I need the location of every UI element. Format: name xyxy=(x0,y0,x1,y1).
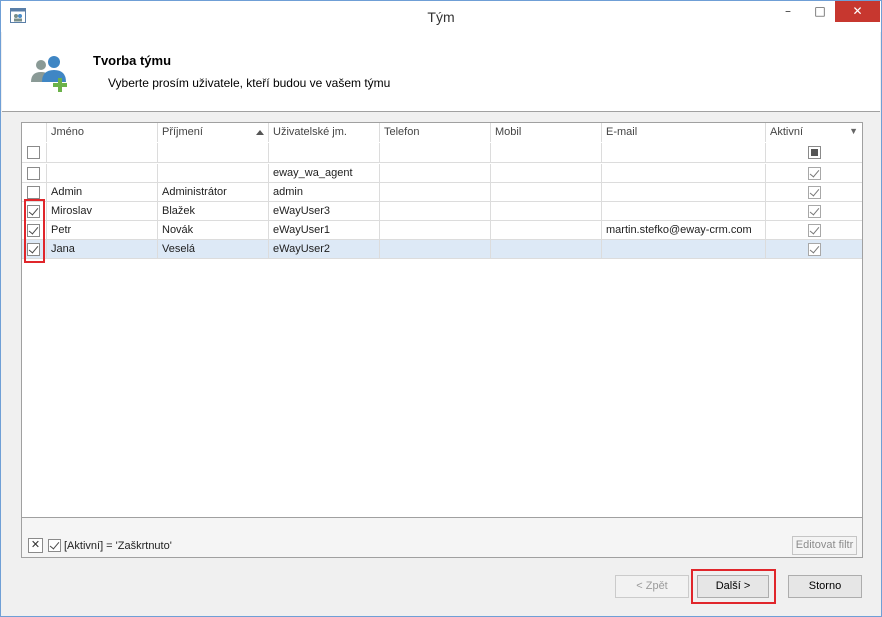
table-row[interactable]: Petr Novák eWayUser1 martin.stefko@eway-… xyxy=(22,221,862,240)
users-grid: Jméno Příjmení Uživatelské jm. Telefon M… xyxy=(21,122,863,558)
active-cell[interactable] xyxy=(766,240,862,259)
active-checkbox xyxy=(808,186,821,199)
column-header-active-label: Aktivní xyxy=(770,126,804,138)
active-cell[interactable] xyxy=(766,221,862,240)
column-header-first-name[interactable]: Jméno xyxy=(47,123,158,142)
last-name-cell[interactable] xyxy=(158,164,269,183)
last-name-cell[interactable]: Blažek xyxy=(158,202,269,221)
row-select-cell[interactable] xyxy=(22,164,47,183)
mobile-cell[interactable] xyxy=(491,240,602,259)
mobile-cell[interactable] xyxy=(491,183,602,202)
column-header-username[interactable]: Uživatelské jm. xyxy=(269,123,380,142)
column-header-active[interactable]: Aktivní ▼ xyxy=(766,123,862,142)
filter-expression[interactable]: [Aktivní] = 'Zaškrtnuto' xyxy=(64,540,172,552)
header-subtitle: Vyberte prosím uživatele, kteří budou ve… xyxy=(108,76,391,90)
filter-cell-email[interactable] xyxy=(602,143,766,163)
selection-highlight-box xyxy=(24,199,45,263)
wizard-header: Tvorba týmu Vyberte prosím uživatele, kt… xyxy=(2,32,880,112)
back-button[interactable]: < Zpět xyxy=(615,575,689,598)
first-name-cell[interactable]: Petr xyxy=(47,221,158,240)
email-cell[interactable] xyxy=(602,202,766,221)
filter-cell-phone[interactable] xyxy=(380,143,491,163)
active-cell[interactable] xyxy=(766,183,862,202)
column-header-last-name[interactable]: Příjmení xyxy=(158,123,269,142)
clear-filter-button[interactable]: ✕ xyxy=(28,538,43,553)
table-row[interactable]: Miroslav Blažek eWayUser3 xyxy=(22,202,862,221)
row-select-checkbox[interactable] xyxy=(27,186,40,199)
filter-bar: ✕ [Aktivní] = 'Zaškrtnuto' Editovat filt… xyxy=(22,517,862,557)
first-name-cell[interactable]: Admin xyxy=(47,183,158,202)
edit-filter-button[interactable]: Editovat filtr xyxy=(792,536,857,555)
filter-cell-last-name[interactable] xyxy=(158,143,269,163)
maximize-button[interactable]: □ xyxy=(807,1,833,22)
active-cell[interactable] xyxy=(766,164,862,183)
mobile-cell[interactable] xyxy=(491,221,602,240)
username-cell[interactable]: eway_wa_agent xyxy=(269,164,380,183)
mobile-cell[interactable] xyxy=(491,164,602,183)
filter-cell-mobile[interactable] xyxy=(491,143,602,163)
active-checkbox xyxy=(808,224,821,237)
close-button[interactable]: ✕ xyxy=(835,1,880,22)
phone-cell[interactable] xyxy=(380,164,491,183)
phone-cell[interactable] xyxy=(380,240,491,259)
column-header-mobile[interactable]: Mobil xyxy=(491,123,602,142)
column-header-email[interactable]: E-mail xyxy=(602,123,766,142)
first-name-cell[interactable]: Jana xyxy=(47,240,158,259)
filter-funnel-icon[interactable]: ▼ xyxy=(849,126,858,136)
window-title: Tým xyxy=(427,9,455,25)
filter-cell-select[interactable] xyxy=(22,143,47,163)
minimize-button[interactable]: – xyxy=(775,1,801,22)
header-title: Tvorba týmu xyxy=(93,53,172,68)
first-name-cell[interactable]: Miroslav xyxy=(47,202,158,221)
team-users-icon xyxy=(31,56,67,92)
column-header-last-name-label: Příjmení xyxy=(162,126,203,138)
username-cell[interactable]: eWayUser1 xyxy=(269,221,380,240)
phone-cell[interactable] xyxy=(380,221,491,240)
username-cell[interactable]: eWayUser2 xyxy=(269,240,380,259)
filter-cell-active[interactable] xyxy=(766,143,862,163)
table-row[interactable]: Jana Veselá eWayUser2 xyxy=(22,240,862,259)
first-name-cell[interactable] xyxy=(47,164,158,183)
grid-filter-row xyxy=(22,143,862,163)
active-checkbox xyxy=(808,243,821,256)
email-cell[interactable] xyxy=(602,164,766,183)
phone-cell[interactable] xyxy=(380,183,491,202)
row-select-checkbox[interactable] xyxy=(27,167,40,180)
table-row[interactable]: eway_wa_agent xyxy=(22,164,862,183)
mobile-cell[interactable] xyxy=(491,202,602,221)
filter-enable-checkbox[interactable] xyxy=(48,539,61,552)
email-cell[interactable] xyxy=(602,240,766,259)
team-dialog: Tým – □ ✕ Tvorba týmu Vyberte prosím uži… xyxy=(0,0,882,617)
next-button[interactable]: Další > xyxy=(697,575,769,598)
select-all-checkbox[interactable] xyxy=(27,146,40,159)
cancel-button[interactable]: Storno xyxy=(788,575,862,598)
filter-cell-first-name[interactable] xyxy=(47,143,158,163)
email-cell[interactable] xyxy=(602,183,766,202)
column-header-phone[interactable]: Telefon xyxy=(380,123,491,142)
active-checkbox xyxy=(808,205,821,218)
filter-cell-username[interactable] xyxy=(269,143,380,163)
active-filter-checkbox[interactable] xyxy=(808,146,821,159)
username-cell[interactable]: eWayUser3 xyxy=(269,202,380,221)
title-bar: Tým – □ ✕ xyxy=(1,1,881,32)
last-name-cell[interactable]: Novák xyxy=(158,221,269,240)
last-name-cell[interactable]: Administrátor xyxy=(158,183,269,202)
column-header-select[interactable] xyxy=(22,123,47,142)
active-checkbox xyxy=(808,167,821,180)
last-name-cell[interactable]: Veselá xyxy=(158,240,269,259)
username-cell[interactable]: admin xyxy=(269,183,380,202)
active-cell[interactable] xyxy=(766,202,862,221)
grid-header-row: Jméno Příjmení Uživatelské jm. Telefon M… xyxy=(22,123,862,142)
email-cell[interactable]: martin.stefko@eway-crm.com xyxy=(602,221,766,240)
sort-ascending-icon xyxy=(256,130,264,135)
phone-cell[interactable] xyxy=(380,202,491,221)
table-row[interactable]: Admin Administrátor admin xyxy=(22,183,862,202)
